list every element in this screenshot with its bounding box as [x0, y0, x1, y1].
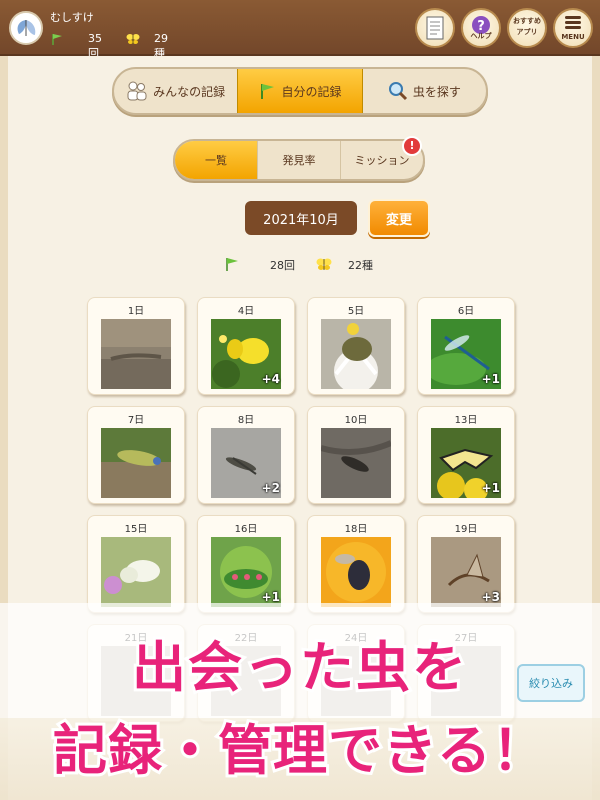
menu-label: MENU [561, 33, 585, 41]
butterfly-icon [316, 256, 332, 272]
more-count: +1 [481, 481, 500, 495]
help-button[interactable]: ? ヘルプ [461, 8, 501, 48]
menu-icon [565, 16, 581, 29]
tab-everyone-records[interactable]: みんなの記録 [114, 69, 237, 113]
day-label: 13日 [454, 415, 478, 426]
day-card[interactable]: 1日 [87, 297, 185, 395]
day-card[interactable]: 10日 [307, 406, 405, 504]
day-card[interactable]: 18日 [307, 515, 405, 613]
day-label: 4日 [237, 306, 255, 317]
insect-photo [101, 537, 171, 607]
day-label: 8日 [237, 415, 255, 426]
month-visit-count: 28回 [270, 259, 295, 272]
mission-alert-badge: ! [402, 136, 422, 156]
insect-photo [101, 319, 171, 389]
day-label: 10日 [344, 415, 368, 426]
insect-photo [321, 319, 391, 389]
avatar[interactable] [9, 11, 43, 45]
sub-tabs: 一覧 発見率 ミッション [173, 139, 425, 181]
notepad-icon [426, 16, 444, 40]
day-label: 1日 [127, 306, 145, 317]
tab-search-insects[interactable]: 虫を探す [363, 69, 486, 113]
flag-icon [261, 84, 275, 99]
day-card[interactable]: 16日 +1 [197, 515, 295, 613]
day-label: 6日 [457, 306, 475, 317]
help-label: ヘルプ [470, 32, 492, 40]
day-label: 7日 [127, 415, 145, 426]
tab-my-records-label: 自分の記録 [281, 84, 342, 99]
more-count: +1 [261, 590, 280, 604]
change-month-button[interactable]: 変更 [368, 199, 430, 237]
insect-photo [321, 537, 391, 607]
day-label: 15日 [124, 524, 148, 535]
flag-icon [224, 256, 240, 272]
menu-button[interactable]: MENU [553, 8, 593, 48]
insect-photo [101, 428, 171, 498]
username: むしすけ [50, 11, 94, 24]
recommended-apps-label: おすすめアプリ [513, 17, 541, 36]
app-header: むしすけ 35回 29種 ? ヘルプ おすすめアプリ MENU [0, 0, 600, 60]
tab-discovery-rate[interactable]: 発見率 [257, 141, 340, 179]
day-card[interactable]: 15日 [87, 515, 185, 613]
tab-everyone-records-label: みんなの記録 [153, 84, 226, 99]
day-card[interactable]: 13日 +1 [417, 406, 515, 504]
main-tabs: みんなの記録 自分の記録 虫を探す [112, 67, 488, 115]
more-count: +2 [261, 481, 280, 495]
more-count: +1 [481, 372, 500, 386]
tab-my-records[interactable]: 自分の記録 [237, 69, 363, 113]
day-card[interactable]: 19日 +3 [417, 515, 515, 613]
day-label: 19日 [454, 524, 478, 535]
more-count: +4 [261, 372, 280, 386]
butterfly-icon [126, 32, 140, 46]
month-species-count: 22種 [348, 259, 373, 272]
day-label: 18日 [344, 524, 368, 535]
more-count: +3 [481, 590, 500, 604]
flag-icon [50, 32, 64, 46]
day-card[interactable]: 7日 [87, 406, 185, 504]
tab-search-insects-label: 虫を探す [412, 84, 461, 99]
magnifier-icon [388, 82, 407, 101]
month-display: 2021年10月 [245, 201, 357, 235]
day-label: 16日 [234, 524, 258, 535]
notepad-button[interactable] [415, 8, 455, 48]
day-card[interactable]: 6日 +1 [417, 297, 515, 395]
day-card[interactable]: 5日 [307, 297, 405, 395]
recommended-apps-button[interactable]: おすすめアプリ [507, 8, 547, 48]
caption-line-2: 記録・管理できる！ [50, 716, 549, 785]
day-label: 5日 [347, 306, 365, 317]
people-icon [127, 81, 147, 101]
insect-photo [321, 428, 391, 498]
day-card[interactable]: 4日 +4 [197, 297, 295, 395]
caption-line-1: 出会った虫を [129, 633, 469, 702]
day-card[interactable]: 8日 +2 [197, 406, 295, 504]
tab-list[interactable]: 一覧 [175, 141, 257, 179]
